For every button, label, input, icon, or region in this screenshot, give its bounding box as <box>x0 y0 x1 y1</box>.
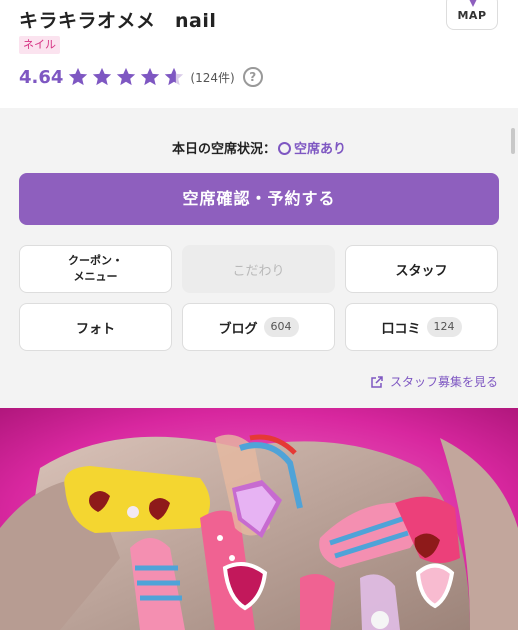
map-label: MAP <box>457 9 487 22</box>
coupon-menu-label-line1: クーポン・ <box>68 254 123 267</box>
seat-status: 本日の空席状況： 空席あり <box>0 138 518 157</box>
star-icon <box>69 67 88 86</box>
rating-stars <box>67 66 187 88</box>
reserve-button[interactable]: 空席確認・予約する <box>19 173 499 225</box>
rating-row: 4.64 (124件) ? <box>19 64 263 90</box>
staff-button[interactable]: スタッフ <box>345 245 498 293</box>
star-icon <box>93 67 112 86</box>
booking-section: 本日の空席状況： 空席あり 空席確認・予約する クーポン・ メニュー こだわり ス… <box>0 108 518 408</box>
seat-status-value: 空席あり <box>294 142 347 157</box>
photo-label: フォト <box>75 321 115 337</box>
coupon-menu-label-line2: メニュー <box>73 270 118 283</box>
genre-badge[interactable]: ネイル <box>19 36 60 54</box>
map-button[interactable]: MAP <box>446 0 498 30</box>
blog-count: 604 <box>263 317 299 337</box>
reviews-button[interactable]: 口コミ 124 <box>345 303 498 351</box>
circle-icon <box>278 142 291 155</box>
seat-status-prefix: 本日の空席状況： <box>171 142 276 157</box>
shop-name: キラキラオメメ nail <box>19 10 217 32</box>
staff-label: スタッフ <box>395 263 448 279</box>
external-link-icon <box>371 375 383 388</box>
rating-value: 4.64 <box>19 66 64 88</box>
kodawari-button: こだわり <box>182 245 335 293</box>
star-icon <box>117 67 136 86</box>
help-icon[interactable]: ? <box>242 67 263 87</box>
staff-recruit-label: スタッフ募集を見る <box>389 375 498 389</box>
reviews-label: 口コミ <box>381 321 421 337</box>
nail-photo-image <box>0 408 518 630</box>
kodawari-label: こだわり <box>232 263 285 279</box>
review-count[interactable]: (124件) <box>190 69 234 86</box>
scrollbar[interactable] <box>511 128 515 154</box>
map-pin-icon <box>469 0 477 7</box>
coupon-menu-button[interactable]: クーポン・ メニュー <box>19 245 172 293</box>
shop-page: キラキラオメメ nail ネイル 4.64 (124件) ? MAP 本日の空席… <box>0 0 518 630</box>
star-icon <box>141 67 160 86</box>
blog-button[interactable]: ブログ 604 <box>182 303 335 351</box>
staff-recruit-link[interactable]: スタッフ募集を見る <box>370 373 498 390</box>
nail-art-photo[interactable] <box>0 408 518 630</box>
photo-button[interactable]: フォト <box>19 303 172 351</box>
reviews-count: 124 <box>426 317 462 337</box>
blog-label: ブログ <box>218 321 258 337</box>
shop-header: キラキラオメメ nail ネイル 4.64 (124件) ? MAP <box>0 0 518 108</box>
half-star-icon <box>165 67 184 86</box>
